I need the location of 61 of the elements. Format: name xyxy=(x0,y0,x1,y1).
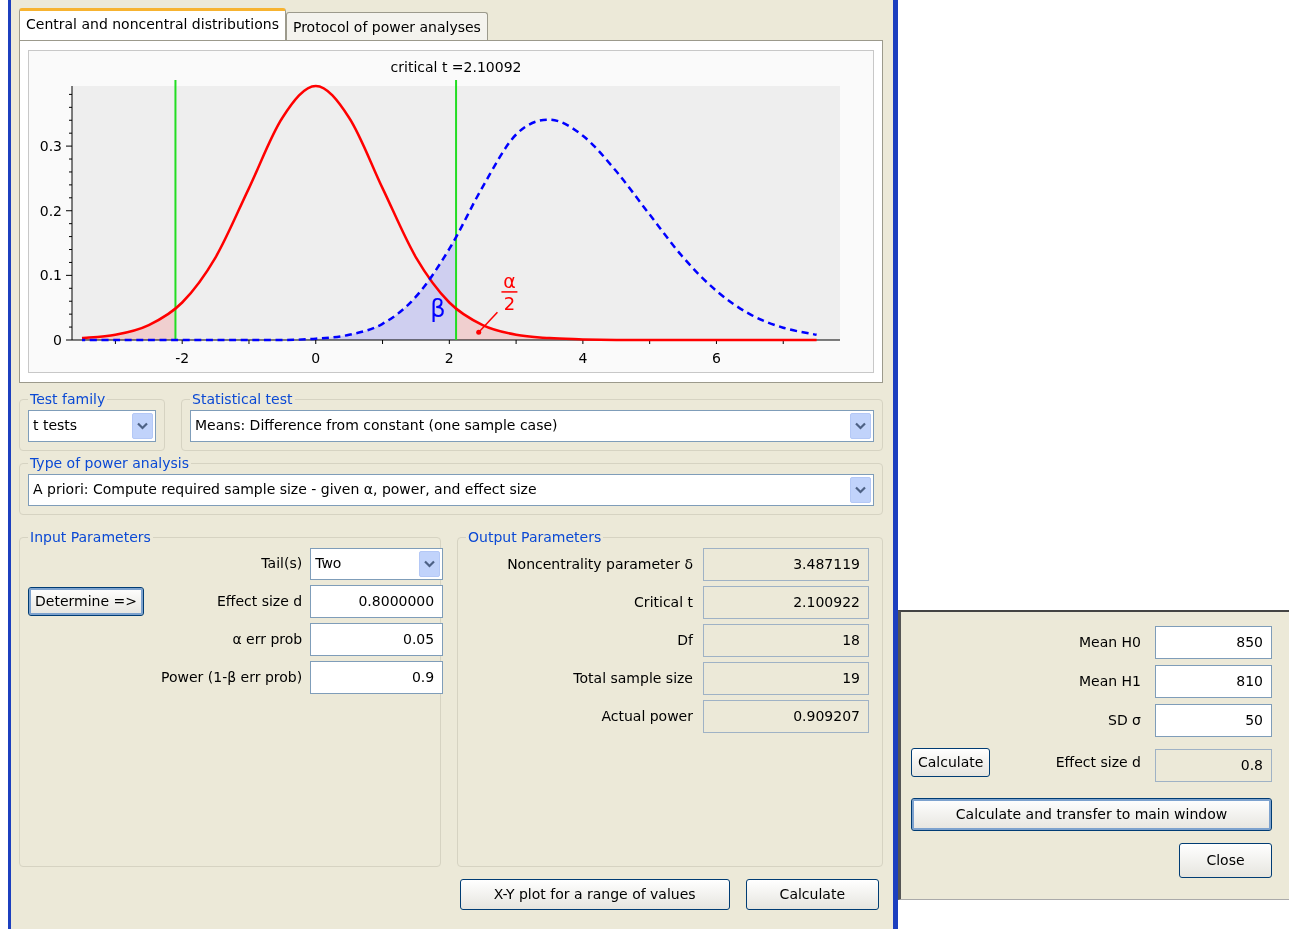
chevron-down-icon xyxy=(137,421,148,430)
group-label: Test family xyxy=(29,391,107,408)
dropdown[interactable]: t tests xyxy=(28,409,156,442)
chevron-down-icon xyxy=(855,485,866,494)
axis-tick-label: 0 xyxy=(53,332,62,348)
input-field[interactable]: 810 xyxy=(1155,665,1272,698)
chevron-down-icon xyxy=(855,421,866,430)
dropdown[interactable]: Means: Difference from constant (one sample case) xyxy=(190,409,874,442)
input-field[interactable]: 850 xyxy=(1155,626,1272,659)
input-field[interactable]: 0.8000000 xyxy=(310,584,444,618)
output-field: 0.909207 xyxy=(703,699,869,733)
calculate-button[interactable]: Calculate xyxy=(911,748,991,777)
fraction-label: α 2 xyxy=(501,270,518,315)
output-field: 2.100922 xyxy=(703,585,869,619)
tab[interactable]: Protocol of power analyses xyxy=(285,12,488,40)
axis-tick-label: 0.1 xyxy=(39,267,62,284)
calculate-button[interactable]: Calculate xyxy=(745,878,879,910)
group-label: Statistical test xyxy=(191,391,294,408)
field-label: Actual power xyxy=(600,706,693,726)
field-label: Noncentrality parameter δ xyxy=(506,554,693,574)
axis-tick-label: 6 xyxy=(712,350,721,366)
field-label: Total sample size xyxy=(572,668,693,688)
field-label: Mean H0 xyxy=(1077,633,1141,652)
determine-button[interactable]: Determine => xyxy=(28,586,144,616)
close-button[interactable]: Close xyxy=(1179,843,1272,878)
group-label: Output Parameters xyxy=(467,528,603,546)
field-label: α err prob xyxy=(231,629,303,649)
beta-label: β xyxy=(430,294,446,323)
chevron-down-icon xyxy=(424,559,436,568)
output-field: 18 xyxy=(703,623,869,657)
chart-title: critical t =2.10092 xyxy=(390,59,522,75)
field-label: Effect size d xyxy=(215,591,303,611)
field-label: Tail(s) xyxy=(260,554,303,574)
axis-tick-label: 2 xyxy=(444,350,454,366)
axis-tick-label: 0.3 xyxy=(39,138,62,155)
field-label: Power (1-β err prob) xyxy=(161,667,303,687)
input-field[interactable]: 50 xyxy=(1155,704,1272,737)
dropdown[interactable]: Two xyxy=(310,547,444,580)
annotation: α xyxy=(503,270,516,293)
group-label: Type of power analysis xyxy=(29,455,190,472)
field-label: Mean H1 xyxy=(1077,672,1141,691)
field-label: Critical t xyxy=(633,592,693,612)
xy-plot-button[interactable]: X-Y plot for a range of values xyxy=(459,878,730,910)
output-field: 19 xyxy=(703,661,869,695)
output-field: 0.8 xyxy=(1155,749,1272,782)
dropdown[interactable]: A priori: Compute required sample size - given α, power, and effect size xyxy=(28,473,874,506)
transfer-button[interactable]: Calculate and transfer to main window xyxy=(911,798,1272,831)
output-field: 3.487119 xyxy=(703,547,869,581)
input-field[interactable]: 0.05 xyxy=(310,622,444,656)
axis-tick-label: 0.2 xyxy=(39,202,62,219)
tab[interactable]: Central and noncentral distributions xyxy=(19,8,286,40)
field-label: Df xyxy=(676,630,693,650)
annotation: 2 xyxy=(503,293,516,315)
field-label: SD σ xyxy=(1107,711,1141,730)
axis-tick-label: 4 xyxy=(578,350,588,366)
axis-tick-label: -2 xyxy=(175,350,190,366)
leader-line xyxy=(476,311,499,335)
axis-tick-label: 0 xyxy=(311,350,321,366)
group-label: Input Parameters xyxy=(29,528,152,546)
field-label: Effect size d xyxy=(1054,753,1141,772)
input-field[interactable]: 0.9 xyxy=(310,660,444,694)
